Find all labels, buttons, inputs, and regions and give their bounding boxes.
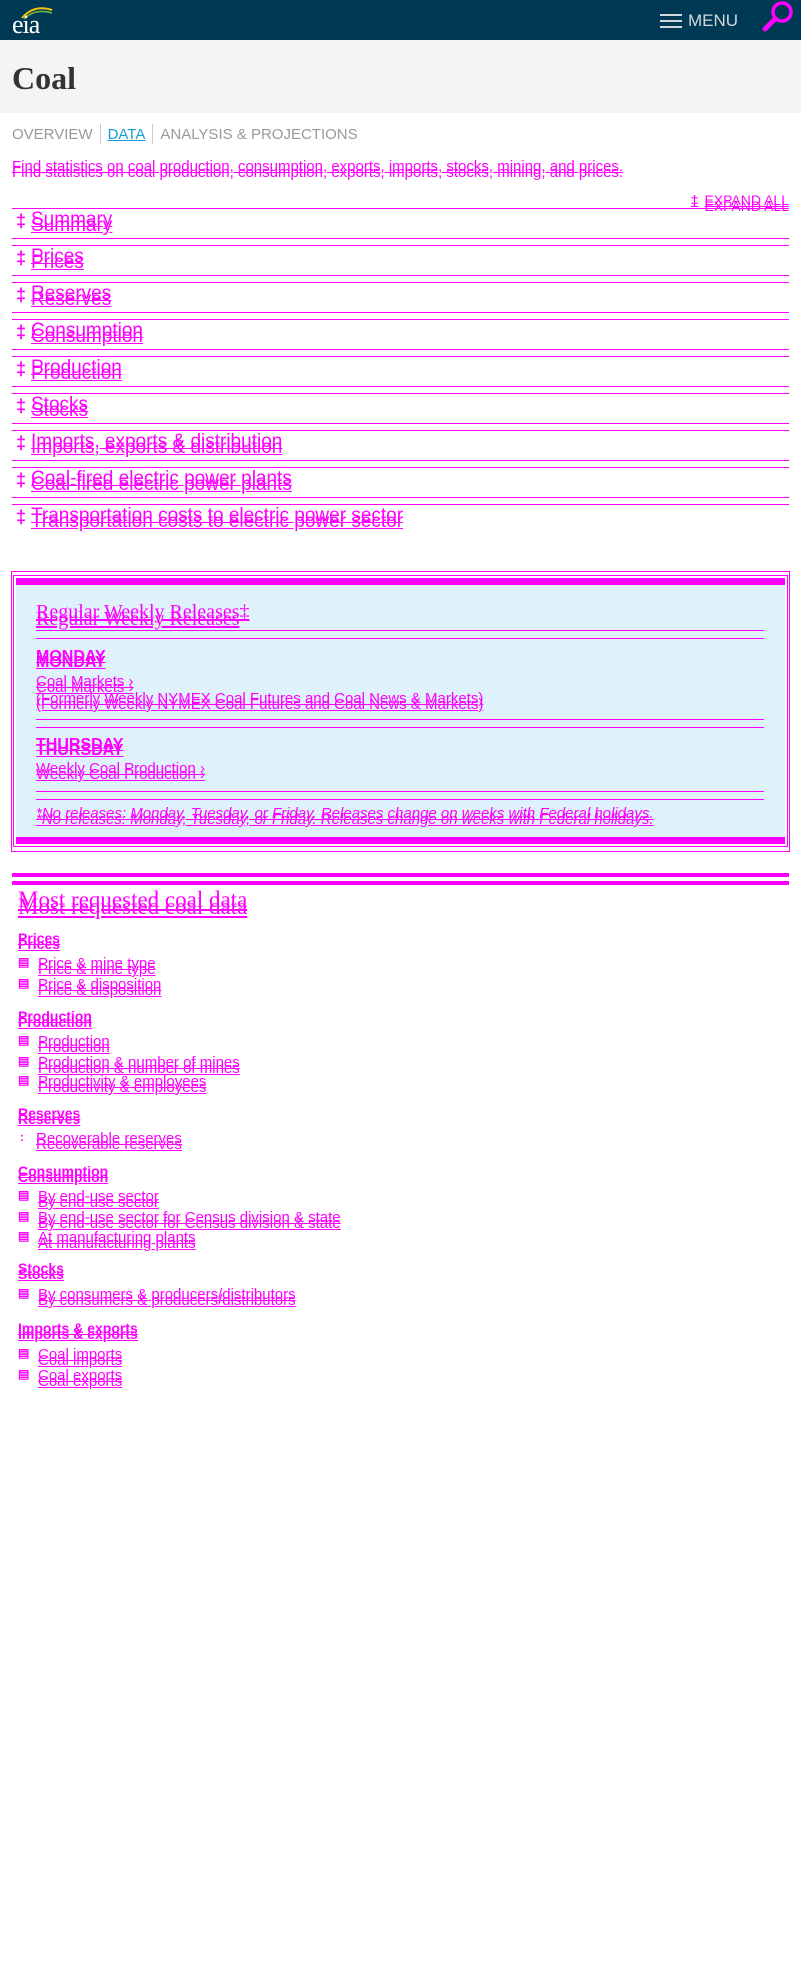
- divider: [36, 799, 764, 800]
- list-item-shadow: Recoverable reserves: [36, 1136, 182, 1153]
- accordion-item-production[interactable]: ‡ Production Production: [12, 356, 789, 393]
- expand-icon: ‡: [16, 285, 27, 305]
- expand-icon: ‡: [16, 470, 27, 490]
- accordion-label-shadow: Stocks: [31, 400, 89, 421]
- accordion-item-coal-fired-plants[interactable]: ‡ Coal-fired electric power plants Coal-…: [12, 467, 789, 504]
- weekday-thursday-shadow: THURSDAY: [36, 742, 124, 759]
- expand-icon: ‡: [16, 396, 27, 416]
- table-icon: ▤: [18, 1367, 30, 1381]
- logo-text: eia: [12, 10, 40, 39]
- eia-logo[interactable]: eia: [12, 4, 53, 39]
- expand-icon: ‡: [16, 507, 27, 527]
- list-item-shadow: Coal exports: [38, 1373, 123, 1390]
- expand-icon: ‡: [16, 248, 27, 268]
- tab-analysis-projections[interactable]: ANALYSIS & PROJECTIONS: [160, 126, 364, 143]
- bullet-icon: :: [20, 1130, 24, 1144]
- table-icon: ▤: [18, 1073, 30, 1087]
- accordion-item-prices[interactable]: ‡ Prices Prices: [12, 245, 789, 282]
- weekly-releases-title-shadow: Regular Weekly Releases: [36, 608, 240, 630]
- accordion-item-transportation-costs[interactable]: ‡ Transportation costs to electric power…: [12, 504, 789, 541]
- tab-overview[interactable]: OVERVIEW: [12, 126, 100, 143]
- table-icon: ▤: [18, 1286, 30, 1300]
- expand-all-button[interactable]: ‡ EXPAND ALL EXPAND ALL: [690, 192, 789, 214]
- category-production-shadow: Production: [18, 1014, 92, 1030]
- page-title-band: Coal: [0, 40, 801, 113]
- coal-markets-note-shadow: (Formerly Weekly NYMEX Coal Futures and …: [36, 696, 484, 713]
- list-item-shadow: Price & disposition: [38, 982, 162, 999]
- category-reserves-shadow: Reserves: [18, 1111, 81, 1127]
- table-icon: ▤: [18, 1229, 30, 1243]
- expand-icon: ‡: [690, 192, 699, 208]
- table-icon: ▤: [18, 976, 30, 990]
- table-icon: ▤: [18, 1054, 30, 1068]
- category-stocks-shadow: Stocks: [18, 1266, 64, 1282]
- section-rule: [12, 873, 789, 877]
- table-icon: ▤: [18, 955, 30, 969]
- table-icon: ▤: [18, 1346, 30, 1360]
- search-icon[interactable]: [760, 0, 796, 34]
- divider: [36, 727, 764, 728]
- section-tabs: OVERVIEW DATA ANALYSIS & PROJECTIONS: [12, 123, 365, 145]
- tab-divider: [99, 124, 101, 144]
- expand-icon: ‡: [16, 433, 27, 453]
- accordion-item-stocks[interactable]: ‡ Stocks Stocks: [12, 393, 789, 430]
- tab-divider: [152, 124, 154, 144]
- accordion-label-shadow: Production: [31, 363, 122, 384]
- intro-text-shadow: Find statistics on coal production, cons…: [12, 164, 624, 181]
- accordion-item-summary[interactable]: ‡ Summary Summary: [12, 208, 789, 245]
- table-icon: ▤: [18, 1033, 30, 1047]
- data-accordion: ‡ Summary Summary ‡ Prices Prices ‡ Rese…: [12, 208, 789, 548]
- table-icon: ▤: [18, 1209, 30, 1223]
- accordion-label-shadow: Reserves: [31, 289, 112, 310]
- category-consumption-shadow: Consumption: [18, 1169, 109, 1185]
- category-prices-shadow: Prices: [18, 936, 61, 952]
- page-title: Coal: [12, 60, 76, 96]
- accordion-label-shadow: Consumption: [31, 326, 143, 347]
- accordion-item-imports-exports[interactable]: ‡ Imports, exports & distribution Import…: [12, 430, 789, 467]
- table-icon: ▤: [18, 1188, 30, 1202]
- weekly-coal-production-link-shadow: Weekly Coal Production ›: [36, 766, 205, 783]
- divider: [36, 791, 764, 792]
- accordion-label-shadow: Imports, exports & distribution: [31, 437, 283, 458]
- tab-data[interactable]: DATA: [108, 126, 153, 143]
- expand-icon: ‡: [16, 322, 27, 342]
- weekly-releases-panel: Regular Weekly Releases‡ Regular Weekly …: [16, 578, 785, 844]
- menu-label: MENU: [688, 11, 739, 30]
- expand-icon: ‡: [16, 211, 27, 231]
- weekly-footnote-shadow: *No releases: Monday, Tuesday, or Friday…: [36, 811, 654, 828]
- accordion-label-shadow: Transportation costs to electric power s…: [31, 511, 404, 532]
- accordion-item-reserves[interactable]: ‡ Reserves Reserves: [12, 282, 789, 319]
- list-item-shadow: Productivity & employees: [38, 1079, 207, 1096]
- most-requested-title-shadow: Most requested coal data: [18, 894, 248, 919]
- list-item-shadow: By consumers & producers/distributors: [38, 1292, 296, 1309]
- accordion-label-shadow: Prices: [31, 252, 84, 273]
- divider: [36, 630, 764, 631]
- divider: [36, 638, 764, 639]
- accordion-item-consumption[interactable]: ‡ Consumption Consumption: [12, 319, 789, 356]
- accordion-label-shadow: Coal-fired electric power plants: [31, 474, 292, 495]
- hamburger-icon: [660, 13, 682, 29]
- top-navigation-bar: eia MENU: [0, 0, 801, 40]
- weekday-monday-shadow: MONDAY: [36, 654, 106, 671]
- list-item-shadow: At manufacturing plants: [38, 1235, 196, 1252]
- category-imports-exports-shadow: Imports & exports: [18, 1326, 138, 1342]
- divider: [36, 719, 764, 720]
- menu-button[interactable]: MENU: [660, 10, 738, 32]
- expand-icon: ‡: [16, 359, 27, 379]
- accordion-label-shadow: Summary: [31, 215, 113, 236]
- section-rule: [12, 881, 789, 885]
- intro-text: Find statistics on coal production, cons…: [12, 158, 623, 181]
